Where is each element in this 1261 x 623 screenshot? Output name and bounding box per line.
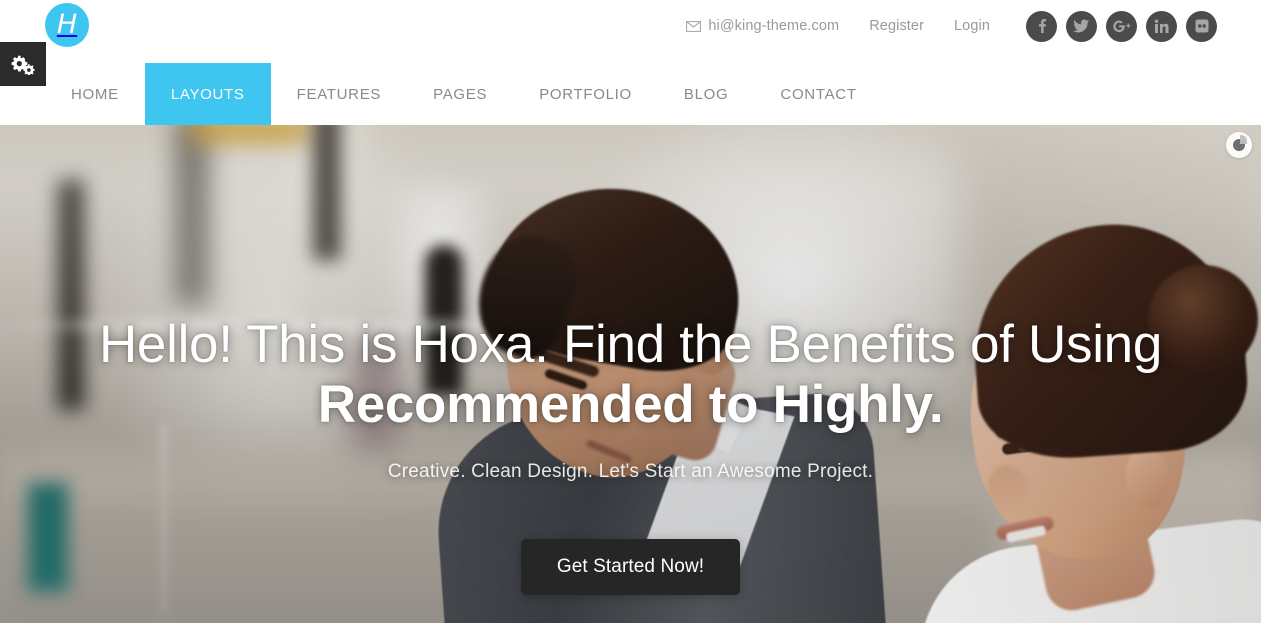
google-plus-icon[interactable] <box>1106 10 1137 42</box>
site-logo[interactable]: H <box>45 3 89 47</box>
nav-item-contact[interactable]: CONTACT <box>754 63 882 125</box>
envelope-icon <box>686 20 702 32</box>
main-navigation: HOME LAYOUTS FEATURES PAGES PORTFOLIO BL… <box>45 63 883 125</box>
register-link[interactable]: Register <box>869 18 924 34</box>
twitter-icon[interactable] <box>1066 10 1097 42</box>
hero-heading: Hello! This is Hoxa. Find the Benefits o… <box>41 315 1221 435</box>
contact-email-text: hi@king-theme.com <box>708 18 840 34</box>
hero-heading-line1: Hello! This is Hoxa. Find the Benefits o… <box>98 315 1163 374</box>
nav-item-home[interactable]: HOME <box>45 63 145 125</box>
flickr-icon[interactable] <box>1186 10 1217 42</box>
hero-heading-line2: Recommended to Highly. <box>317 375 944 434</box>
hero-subheading: Creative. Clean Design. Let's Start an A… <box>387 461 874 482</box>
slider-rotate-icon[interactable] <box>1226 132 1252 158</box>
nav-item-portfolio[interactable]: PORTFOLIO <box>513 63 658 125</box>
hero-slider: Hello! This is Hoxa. Find the Benefits o… <box>0 125 1261 623</box>
nav-item-layouts[interactable]: LAYOUTS <box>144 63 271 125</box>
theme-settings-button[interactable] <box>0 42 46 86</box>
top-utility-bar: hi@king-theme.com Register Login <box>686 0 1261 52</box>
nav-item-pages[interactable]: PAGES <box>407 63 513 125</box>
contact-email[interactable]: hi@king-theme.com <box>686 18 839 34</box>
get-started-button[interactable]: Get Started Now! <box>520 539 741 595</box>
social-links <box>1026 10 1217 42</box>
facebook-icon[interactable] <box>1026 10 1057 42</box>
nav-item-blog[interactable]: BLOG <box>658 63 754 125</box>
hero-content: Hello! This is Hoxa. Find the Benefits o… <box>0 125 1261 623</box>
login-link[interactable]: Login <box>954 18 990 34</box>
gears-icon <box>11 55 35 75</box>
page-root: hi@king-theme.com Register Login H HOME … <box>0 0 1261 623</box>
linkedin-icon[interactable] <box>1146 10 1177 42</box>
logo-letter: H <box>56 8 78 40</box>
nav-item-features[interactable]: FEATURES <box>271 63 408 125</box>
site-header: hi@king-theme.com Register Login H HOME … <box>0 0 1261 125</box>
